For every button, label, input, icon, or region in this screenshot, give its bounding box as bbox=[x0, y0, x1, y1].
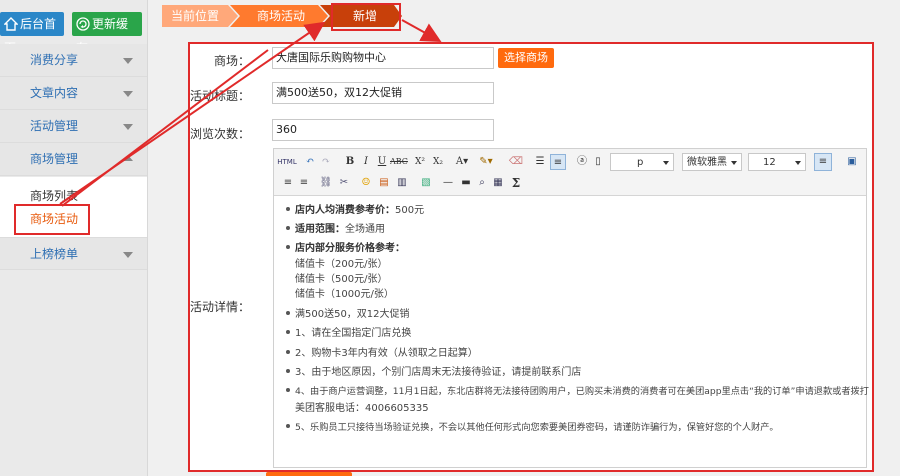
annotation-arrows bbox=[59, 19, 442, 207]
